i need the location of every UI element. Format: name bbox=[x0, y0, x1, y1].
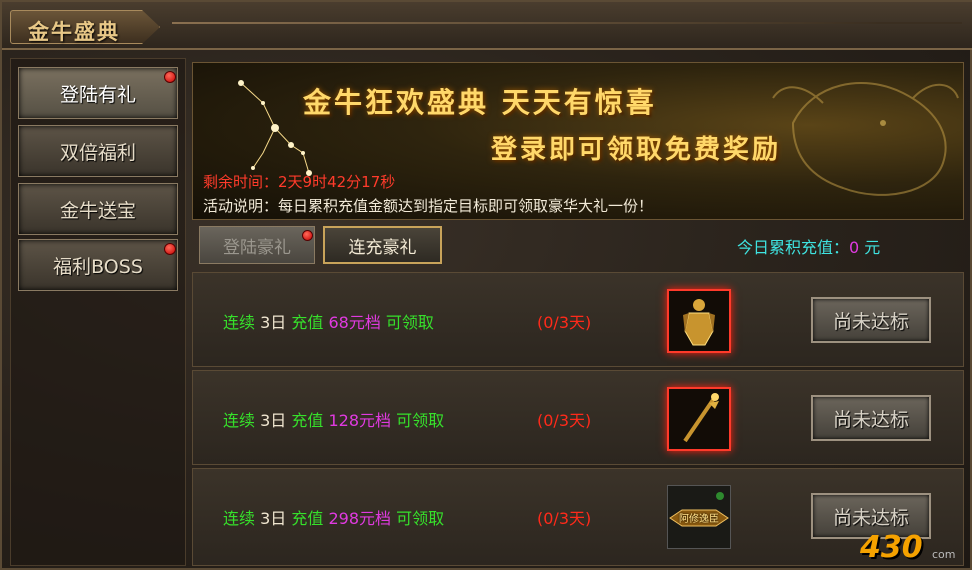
condition-tier: 68元档 bbox=[328, 313, 381, 332]
condition-mid: 充值 bbox=[286, 509, 329, 528]
notification-dot-icon bbox=[164, 71, 176, 83]
sidebar-item-golden-bull-treasure[interactable]: 金牛送宝 bbox=[18, 183, 178, 235]
sidebar: 登陆有礼 双倍福利 金牛送宝 福利BOSS bbox=[10, 58, 186, 566]
sidebar-item-label: 金牛送宝 bbox=[59, 199, 136, 222]
event-description: 活动说明：每日累积充值金额达到指定目标即可领取豪华大礼一份！ bbox=[203, 197, 654, 215]
reward-condition: 连续 3日 充值 128元档 可领取 bbox=[223, 407, 444, 431]
sidebar-item-boss[interactable]: 福利BOSS bbox=[18, 239, 178, 291]
title-divider bbox=[172, 22, 962, 24]
reward-item-slot[interactable] bbox=[667, 289, 731, 353]
event-banner: 金牛狂欢盛典 天天有惊喜 登录即可领取免费奖励 剩余时间：2天9时42分17秒 … bbox=[192, 62, 964, 220]
condition-mid: 充值 bbox=[286, 411, 329, 430]
tab-label: 连充豪礼 bbox=[348, 237, 417, 258]
reward-row: 连续 3日 充值 298元档 可领取 (0/3天) 阿修逸臣 尚未达标 bbox=[192, 468, 964, 566]
notification-dot-icon bbox=[302, 230, 313, 241]
tab-consecutive-recharge[interactable]: 连充豪礼 bbox=[323, 226, 442, 264]
notification-dot-icon bbox=[164, 243, 176, 255]
condition-tier: 128元档 bbox=[328, 411, 392, 430]
condition-days: 3日 bbox=[260, 411, 287, 430]
titlebar: 金牛盛典 bbox=[2, 2, 972, 50]
event-window: 金牛盛典 登陆有礼 双倍福利 金牛送宝 福利BOSS 金牛狂欢盛典 天天有惊喜 … bbox=[0, 0, 972, 570]
condition-tier: 298元档 bbox=[328, 509, 392, 528]
reward-condition: 连续 3日 充值 68元档 可领取 bbox=[223, 309, 434, 333]
sidebar-item-label: 双倍福利 bbox=[59, 141, 136, 164]
sidebar-item-double-benefit[interactable]: 双倍福利 bbox=[18, 125, 178, 177]
button-label: 尚未达标 bbox=[832, 408, 909, 431]
not-reached-button[interactable]: 尚未达标 bbox=[811, 297, 931, 343]
golden-bull-icon bbox=[772, 82, 959, 196]
sidebar-item-label: 福利BOSS bbox=[53, 255, 143, 278]
site-watermark-suffix: com bbox=[932, 548, 956, 561]
reward-item-slot[interactable]: 阿修逸臣 bbox=[667, 485, 731, 549]
today-recharge: 今日累积充值：0 元 bbox=[737, 234, 880, 258]
title-badge-text: 阿修逸臣 bbox=[679, 514, 719, 525]
button-label: 尚未达标 bbox=[832, 506, 909, 529]
window-title: 金牛盛典 bbox=[28, 19, 120, 44]
reward-condition: 连续 3日 充值 298元档 可领取 bbox=[223, 505, 444, 529]
today-recharge-value: 0 bbox=[849, 238, 860, 257]
site-watermark: 430 bbox=[860, 530, 923, 565]
condition-suffix: 可领取 bbox=[380, 313, 434, 332]
today-recharge-label: 今日累积充值： bbox=[737, 238, 850, 257]
tab-login-gift[interactable]: 登陆豪礼 bbox=[199, 226, 315, 264]
banner-subheadline: 登录即可领取免费奖励 bbox=[491, 135, 782, 165]
not-reached-button[interactable]: 尚未达标 bbox=[811, 395, 931, 441]
banner-headline: 金牛狂欢盛典 天天有惊喜 bbox=[303, 86, 657, 119]
condition-suffix: 可领取 bbox=[391, 509, 445, 528]
condition-days: 3日 bbox=[260, 509, 287, 528]
button-label: 尚未达标 bbox=[832, 310, 909, 333]
sidebar-item-login-gift[interactable]: 登陆有礼 bbox=[18, 67, 178, 119]
tab-label: 登陆豪礼 bbox=[223, 237, 291, 258]
condition-prefix: 连续 bbox=[223, 313, 261, 332]
condition-suffix: 可领取 bbox=[391, 411, 445, 430]
reward-progress: (0/3天) bbox=[537, 313, 592, 332]
today-recharge-unit: 元 bbox=[859, 238, 881, 257]
condition-prefix: 连续 bbox=[223, 509, 261, 528]
reward-progress: (0/3天) bbox=[537, 509, 592, 528]
staff-icon bbox=[669, 389, 729, 449]
condition-prefix: 连续 bbox=[223, 411, 261, 430]
reward-row: 连续 3日 充值 68元档 可领取 (0/3天) 尚未达标 bbox=[192, 272, 964, 367]
reward-item-slot[interactable] bbox=[667, 387, 731, 451]
reward-progress: (0/3天) bbox=[537, 411, 592, 430]
condition-days: 3日 bbox=[260, 313, 287, 332]
countdown-text: 剩余时间：2天9时42分17秒 bbox=[203, 173, 396, 191]
armor-icon bbox=[669, 291, 729, 351]
condition-mid: 充值 bbox=[286, 313, 329, 332]
sidebar-item-label: 登陆有礼 bbox=[59, 83, 136, 106]
reward-row: 连续 3日 充值 128元档 可领取 (0/3天) 尚未达标 bbox=[192, 370, 964, 465]
